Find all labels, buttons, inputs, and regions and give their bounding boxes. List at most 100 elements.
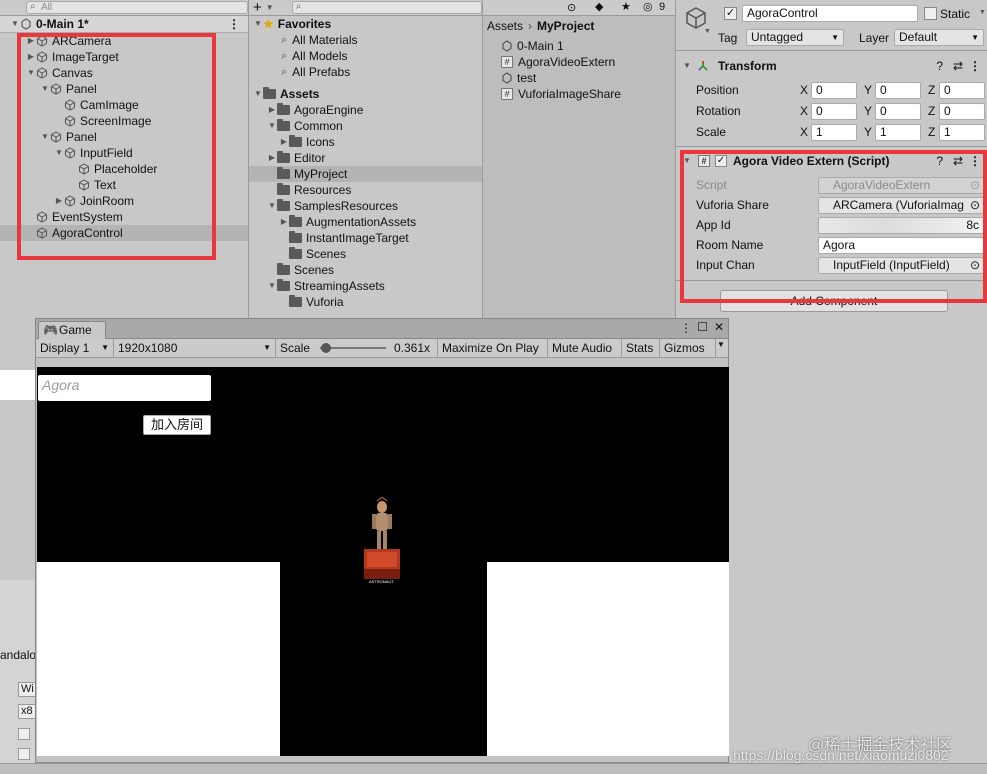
transform-header[interactable]: ▼ Transform ? ⇄ ⋮ xyxy=(676,58,987,74)
scale-x-field[interactable]: 1 xyxy=(811,124,857,141)
expand-arrow-icon[interactable]: ▶ xyxy=(26,33,36,49)
tag-dropdown[interactable]: Untagged ▼ xyxy=(746,29,844,46)
project-search-input[interactable] xyxy=(291,1,482,14)
side-field-2[interactable]: x8 xyxy=(18,704,36,719)
hierarchy-item[interactable]: ▶ ImageTarget xyxy=(0,49,248,65)
scale-y-field[interactable]: 1 xyxy=(875,124,921,141)
gizmos-toggle[interactable]: Gizmos xyxy=(660,339,716,358)
expand-arrow-icon[interactable]: ▶ xyxy=(26,49,36,65)
side-checkbox-2[interactable] xyxy=(18,748,30,760)
folder-item[interactable]: ▶ AugmentationAssets xyxy=(249,214,482,230)
hierarchy-item[interactable]: ▶ ARCamera xyxy=(0,33,248,49)
breadcrumb-current[interactable]: MyProject xyxy=(537,18,594,34)
object-picker-icon[interactable]: ⊙ xyxy=(969,198,980,213)
room-name-field[interactable]: Agora xyxy=(818,237,984,254)
expand-arrow-icon[interactable]: ▼ xyxy=(40,129,50,145)
component-menu-icon[interactable]: ⋮ xyxy=(969,153,981,169)
expand-arrow-icon[interactable]: ▶ xyxy=(279,214,289,230)
expand-arrow-icon[interactable]: ▼ xyxy=(253,86,263,102)
gizmos-dropdown-icon[interactable]: ▼ xyxy=(717,340,725,349)
object-name-field[interactable]: AgoraControl xyxy=(742,5,918,22)
hierarchy-item[interactable]: ScreenImage xyxy=(0,113,248,129)
folder-item[interactable]: ▼ Common xyxy=(249,118,482,134)
file-item-scene[interactable]: test xyxy=(501,70,675,86)
display-dropdown[interactable]: Display 1 ▼ xyxy=(36,339,114,358)
add-asset-button[interactable]: + xyxy=(253,0,262,15)
hierarchy-item[interactable]: ▶ JoinRoom xyxy=(0,193,248,209)
type-filter-icon[interactable]: ◆ xyxy=(595,0,603,13)
scene-menu-icon[interactable]: ⋮ xyxy=(228,16,240,32)
rotation-z-field[interactable]: 0 xyxy=(939,103,985,120)
help-icon[interactable]: ? xyxy=(936,58,943,74)
folder-item[interactable]: InstantImageTarget xyxy=(249,230,482,246)
scene-header[interactable]: ▼ 0-Main 1* ⋮ xyxy=(0,16,248,33)
static-dropdown-icon[interactable]: ▼ xyxy=(979,9,986,16)
layer-dropdown[interactable]: Default ▼ xyxy=(894,29,984,46)
close-icon[interactable]: ✕ xyxy=(714,320,724,334)
scene-filter-icon[interactable]: ⊙ xyxy=(567,1,576,14)
hierarchy-item[interactable]: Placeholder xyxy=(0,161,248,177)
expand-arrow-icon[interactable]: ▼ xyxy=(267,118,277,134)
collapse-arrow-icon[interactable]: ▼ xyxy=(682,153,692,169)
folder-item[interactable]: Scenes xyxy=(249,246,482,262)
folder-item[interactable]: ▶ Icons xyxy=(249,134,482,150)
game-menu-icon[interactable]: ⋮ xyxy=(680,321,692,335)
input-chan-field[interactable]: InputField (InputField) ⊙ xyxy=(818,257,984,274)
expand-arrow-icon[interactable]: ▼ xyxy=(10,16,20,32)
hierarchy-item[interactable]: ▼ Panel xyxy=(0,129,248,145)
position-x-field[interactable]: 0 xyxy=(811,82,857,99)
expand-arrow-icon[interactable]: ▼ xyxy=(267,278,277,294)
game-tab[interactable]: 🎮 Game xyxy=(38,321,106,339)
favorite-item[interactable]: ⌕ All Materials xyxy=(249,32,482,48)
preset-icon[interactable]: ⇄ xyxy=(953,153,963,169)
expand-arrow-icon[interactable]: ▼ xyxy=(54,145,64,161)
hierarchy-search-input[interactable]: All xyxy=(26,1,248,14)
app-id-field[interactable]: 8c xyxy=(818,217,984,234)
icon-dropdown-icon[interactable]: ▼ xyxy=(704,28,711,35)
expand-arrow-icon[interactable]: ▼ xyxy=(40,81,50,97)
side-field-1[interactable]: Wi xyxy=(18,682,36,697)
expand-arrow-icon[interactable]: ▶ xyxy=(54,193,64,209)
scale-slider-handle[interactable] xyxy=(321,343,331,353)
expand-arrow-icon[interactable]: ▼ xyxy=(26,65,36,81)
rotation-x-field[interactable]: 0 xyxy=(811,103,857,120)
folder-item[interactable]: ▶ Editor xyxy=(249,150,482,166)
scale-z-field[interactable]: 1 xyxy=(939,124,985,141)
add-component-button[interactable]: Add Component xyxy=(720,290,948,312)
hierarchy-item[interactable]: ▼ InputField xyxy=(0,145,248,161)
maximize-window-icon[interactable]: ☐ xyxy=(697,320,708,334)
add-dropdown-icon[interactable]: ▼ xyxy=(266,3,274,12)
maximize-on-play-toggle[interactable]: Maximize On Play xyxy=(438,339,548,358)
folder-item[interactable]: Vuforia xyxy=(249,294,482,310)
hierarchy-item[interactable]: Text xyxy=(0,177,248,193)
room-input-field[interactable]: Agora xyxy=(38,375,211,401)
join-room-button[interactable]: 加入房间 xyxy=(143,415,211,435)
folder-item[interactable]: Scenes xyxy=(249,262,482,278)
component-menu-icon[interactable]: ⋮ xyxy=(969,58,981,74)
hierarchy-item[interactable]: ▼ Panel xyxy=(0,81,248,97)
expand-arrow-icon[interactable]: ▼ xyxy=(267,198,277,214)
hierarchy-item[interactable]: AgoraControl xyxy=(0,225,248,241)
mute-audio-toggle[interactable]: Mute Audio xyxy=(548,339,622,358)
component-enabled-checkbox[interactable]: ✓ xyxy=(715,155,727,167)
resolution-dropdown[interactable]: 1920x1080 ▼ xyxy=(114,339,276,358)
assets-header[interactable]: ▼ Assets xyxy=(249,86,482,102)
file-item-script[interactable]: # AgoraVideoExtern xyxy=(501,54,675,70)
active-checkbox[interactable]: ✓ xyxy=(724,7,737,20)
file-item-scene[interactable]: 0-Main 1 xyxy=(501,38,675,54)
folder-item[interactable]: ▶ AgoraEngine xyxy=(249,102,482,118)
expand-arrow-icon[interactable]: ▶ xyxy=(279,134,289,150)
breadcrumb-assets[interactable]: Assets xyxy=(487,18,523,34)
favorite-item[interactable]: ⌕ All Prefabs xyxy=(249,64,482,80)
hierarchy-item[interactable]: CamImage xyxy=(0,97,248,113)
position-z-field[interactable]: 0 xyxy=(939,82,985,99)
rotation-y-field[interactable]: 0 xyxy=(875,103,921,120)
hierarchy-item[interactable]: ▼ Canvas xyxy=(0,65,248,81)
folder-item[interactable]: ▼ StreamingAssets xyxy=(249,278,482,294)
stats-toggle[interactable]: Stats xyxy=(622,339,660,358)
collapse-arrow-icon[interactable]: ▼ xyxy=(682,58,692,74)
expand-arrow-icon[interactable]: ▶ xyxy=(267,150,277,166)
folder-item[interactable]: ▼ SamplesResources xyxy=(249,198,482,214)
static-checkbox[interactable] xyxy=(924,7,937,20)
favorites-header[interactable]: ▼ ★ Favorites xyxy=(249,16,482,32)
